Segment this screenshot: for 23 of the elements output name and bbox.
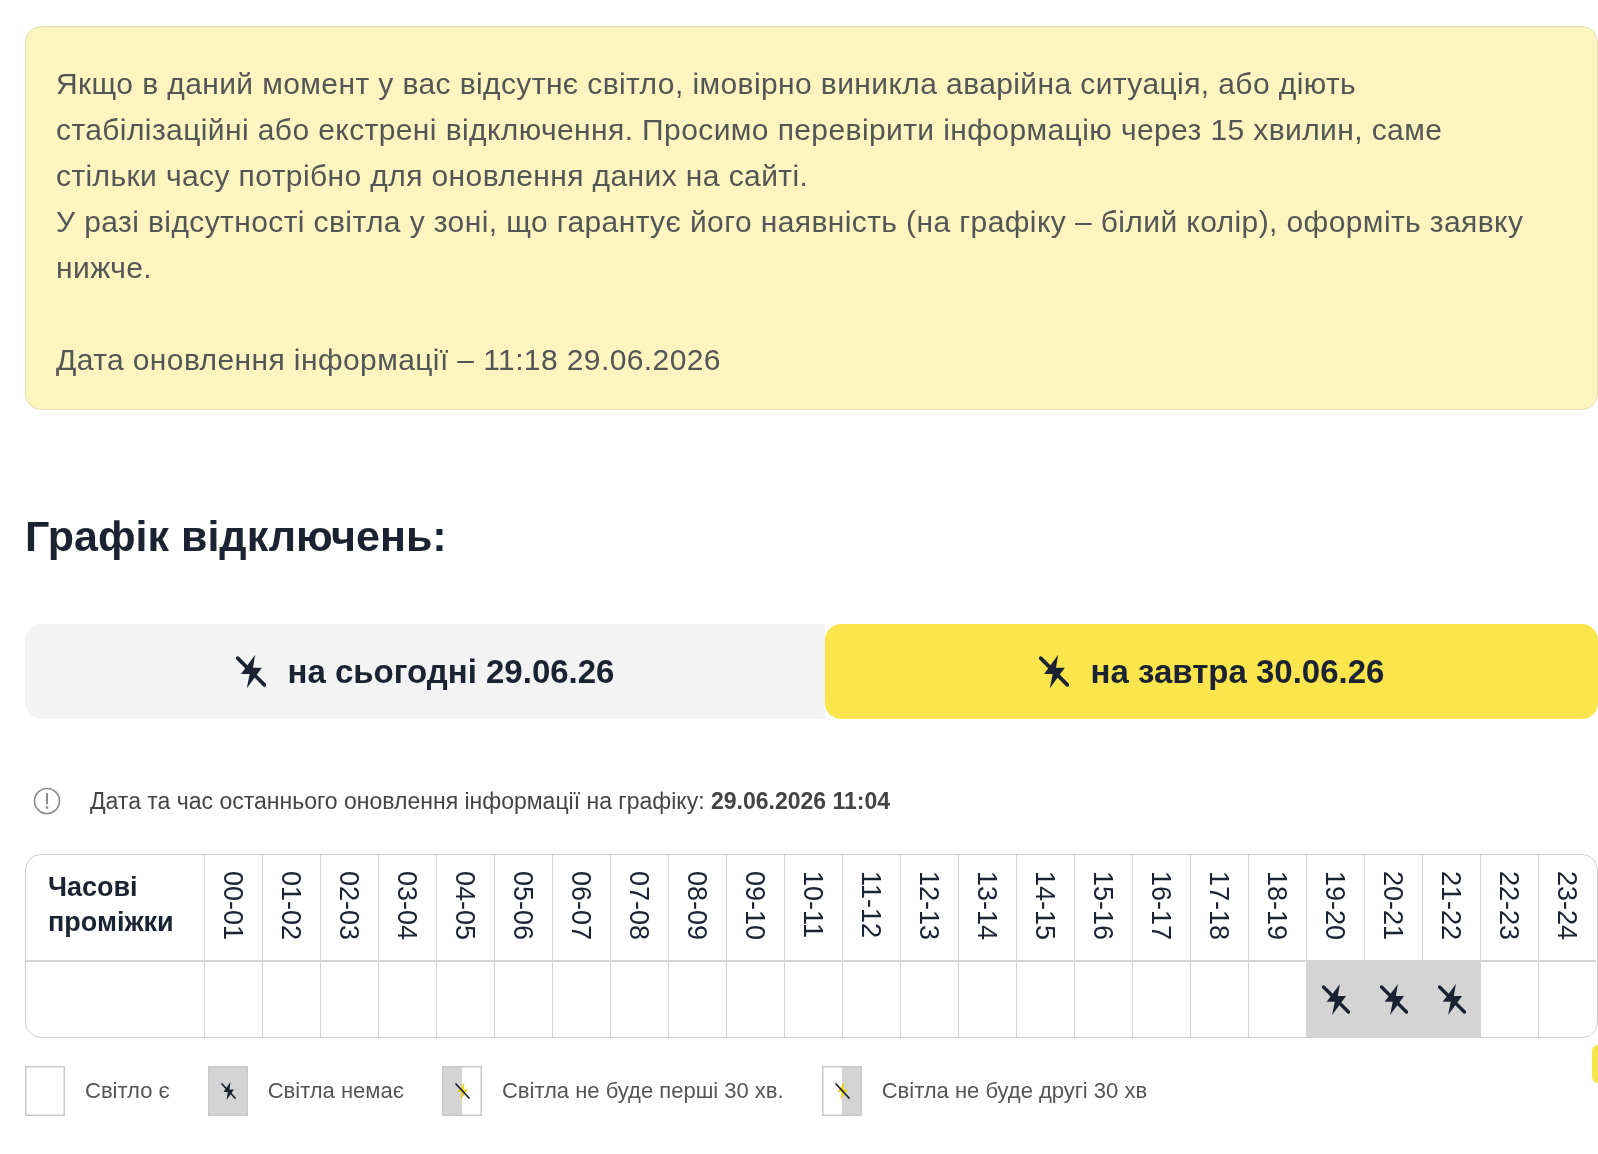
no-power-icon	[1379, 983, 1408, 1016]
empty-swatch-icon	[25, 1066, 65, 1116]
legend-label: Світло є	[85, 1078, 170, 1104]
no-power-icon	[1321, 983, 1350, 1016]
schedule-update-text: Дата та час останнього оновлення інформації на графіку: 29.06.2026 11:04	[90, 787, 891, 815]
no-power-icon	[1437, 983, 1466, 1016]
schedule-heading: Графік відключень:	[25, 511, 448, 562]
day-tab[interactable]: на сьогодні 29.06.26	[25, 624, 825, 719]
legend-label: Світла не буде перші 30 хв.	[501, 1078, 784, 1104]
legend-label: Світла немає	[267, 1078, 404, 1104]
row-header: Часові проміжки	[26, 855, 204, 962]
legend-label: Світла не буде другі 30 хв	[881, 1078, 1148, 1104]
notice-paragraph: У разі відсутності світла у зоні, що гарантує його наявність (на графіку – білий колір), оформіть заявку нижче.	[56, 204, 1525, 286]
half-shaded-swatch-icon	[441, 1066, 482, 1116]
alert-icon	[33, 787, 61, 815]
day-tab[interactable]: на завтра 30.06.26	[825, 624, 1598, 719]
update-date-text: Дата оновлення інформації – 11:18 29.06.2026	[56, 342, 722, 378]
side-widget-edge[interactable]	[1592, 1045, 1598, 1083]
no-power-icon	[1038, 654, 1069, 689]
notice-paragraph: Якщо в даний момент у вас відсутнє світло, імовірно виникла аварійна ситуація, або діють стабілізаційні або екстрені відключення. Просимо перевірити інформацію через 15 хвилин, саме стільки часу потрібно для оновлення даних на сайті.	[56, 66, 1444, 194]
no-power-icon	[235, 654, 266, 689]
shaded-swatch-icon	[207, 1066, 248, 1116]
half-shaded-swatch-icon	[821, 1066, 862, 1116]
